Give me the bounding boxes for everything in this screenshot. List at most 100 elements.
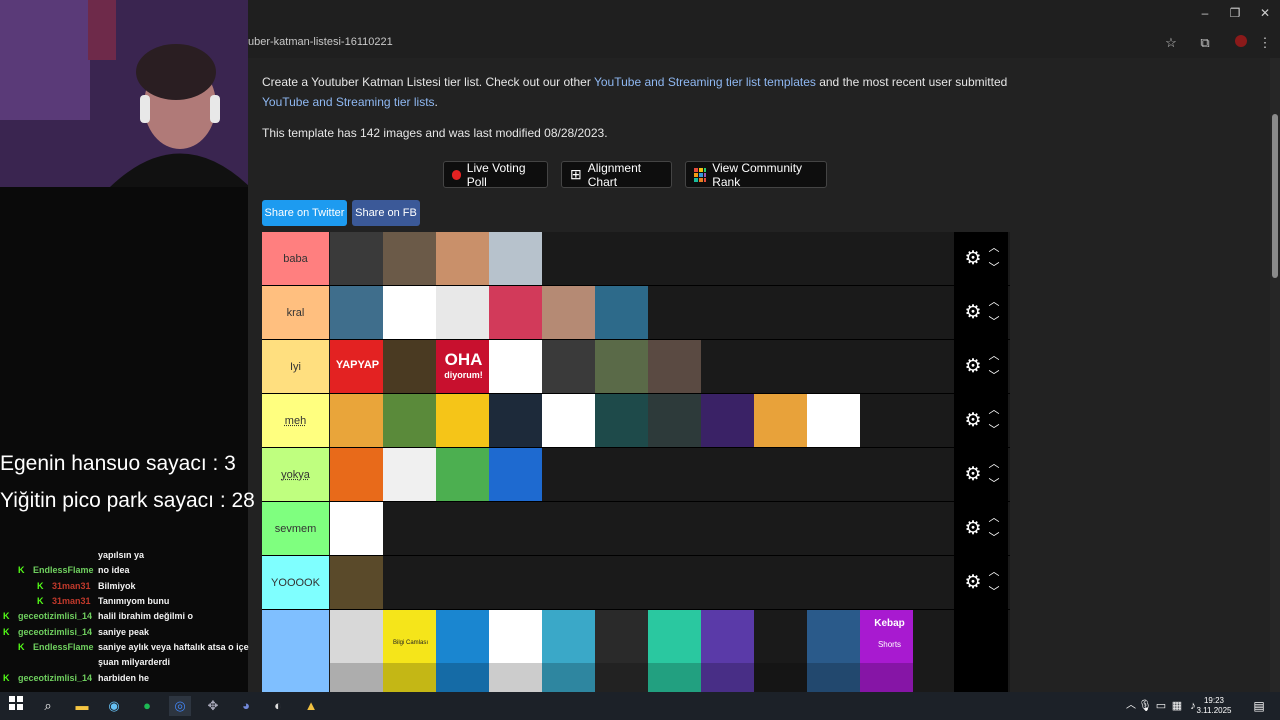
- app-icon[interactable]: ✥: [202, 696, 224, 716]
- close-button[interactable]: ✕: [1250, 4, 1280, 22]
- tier-item-image[interactable]: [701, 394, 754, 447]
- tier-item-image[interactable]: [648, 663, 701, 692]
- tier-item-image[interactable]: [542, 340, 595, 393]
- tier-item-image[interactable]: [489, 232, 542, 285]
- file-explorer-icon[interactable]: ▬: [71, 696, 93, 716]
- share-twitter-button[interactable]: Share on Twitter: [262, 200, 347, 226]
- tier-item-image[interactable]: [489, 286, 542, 339]
- notification-icon[interactable]: ▤: [1248, 696, 1270, 716]
- tier-item-image[interactable]: [595, 340, 648, 393]
- chevron-down-icon[interactable]: ﹀: [987, 478, 1001, 490]
- tier-label[interactable]: kral: [262, 286, 329, 339]
- tier-item-image[interactable]: [489, 610, 542, 663]
- app-icon-2[interactable]: ▲: [300, 696, 322, 716]
- tier-item-image[interactable]: [436, 286, 489, 339]
- gear-icon[interactable]: ⚙: [962, 410, 984, 432]
- tier-item-image[interactable]: [383, 394, 436, 447]
- tier-item-image[interactable]: [383, 610, 436, 663]
- tier-label[interactable]: sevmem: [262, 502, 329, 555]
- chevron-up-icon[interactable]: ︿: [987, 458, 1001, 470]
- scrollbar-thumb[interactable]: [1272, 114, 1278, 278]
- restore-button[interactable]: ❐: [1220, 4, 1250, 22]
- tier-item-image[interactable]: [489, 663, 542, 692]
- tier-label[interactable]: meh: [262, 394, 329, 447]
- bookmark-star-icon[interactable]: ☆: [1162, 34, 1180, 52]
- tier-item-image[interactable]: [595, 286, 648, 339]
- discord-icon[interactable]: ◕: [235, 696, 257, 716]
- tier-item-image[interactable]: [754, 663, 807, 692]
- tier-label[interactable]: [262, 610, 329, 692]
- tier-item-image[interactable]: [595, 610, 648, 663]
- tier-item-image[interactable]: [330, 286, 383, 339]
- tier-item-image[interactable]: [383, 232, 436, 285]
- page-scrollbar[interactable]: [1270, 58, 1280, 692]
- chevron-up-icon[interactable]: ︿: [987, 512, 1001, 524]
- tier-item-image[interactable]: [542, 663, 595, 692]
- tier-item-image[interactable]: [648, 394, 701, 447]
- tier-item-image[interactable]: [701, 610, 754, 663]
- tier-item-image[interactable]: [489, 340, 542, 393]
- tier-item-image[interactable]: [330, 448, 383, 501]
- extensions-icon[interactable]: ⧉: [1196, 34, 1214, 52]
- gear-icon[interactable]: ⚙: [962, 302, 984, 324]
- minimize-button[interactable]: –: [1190, 4, 1220, 22]
- browser-menu-icon[interactable]: ⋮: [1256, 34, 1274, 52]
- tier-label[interactable]: YOOOOK: [262, 556, 329, 609]
- tier-item-image[interactable]: [436, 663, 489, 692]
- tier-item-image[interactable]: [489, 448, 542, 501]
- chevron-down-icon[interactable]: ﹀: [987, 532, 1001, 544]
- tier-label[interactable]: Iyi: [262, 340, 329, 393]
- profile-icon[interactable]: [1232, 34, 1250, 52]
- tier-item-image[interactable]: [436, 394, 489, 447]
- tier-label[interactable]: yokya: [262, 448, 329, 501]
- search-icon[interactable]: ⌕: [37, 696, 59, 716]
- tier-item-image[interactable]: [330, 232, 383, 285]
- gear-icon[interactable]: ⚙: [962, 356, 984, 378]
- templates-link[interactable]: YouTube and Streaming tier list template…: [594, 75, 816, 89]
- chrome-icon[interactable]: ◎: [169, 696, 191, 716]
- obs-icon[interactable]: ◐: [267, 696, 289, 716]
- live-voting-poll-button[interactable]: Live Voting Poll: [443, 161, 548, 189]
- tier-item-image[interactable]: [330, 502, 383, 555]
- tier-item-image[interactable]: [436, 232, 489, 285]
- tier-item-image[interactable]: [595, 663, 648, 692]
- tier-item-image[interactable]: [330, 663, 383, 692]
- tier-item-image[interactable]: [383, 340, 436, 393]
- tier-item-image[interactable]: [542, 610, 595, 663]
- gear-icon[interactable]: ⚙: [962, 464, 984, 486]
- chevron-up-icon[interactable]: ︿: [987, 350, 1001, 362]
- gear-icon[interactable]: ⚙: [962, 518, 984, 540]
- chevron-down-icon[interactable]: ﹀: [987, 316, 1001, 328]
- chevron-down-icon[interactable]: ﹀: [987, 262, 1001, 274]
- chevron-up-icon[interactable]: ︿: [987, 404, 1001, 416]
- address-bar[interactable]: uber-katman-listesi-16110221 ☆ ⧉ ⋮: [248, 28, 1280, 58]
- user-lists-link[interactable]: YouTube and Streaming tier lists: [262, 95, 435, 109]
- windows-start-icon[interactable]: [5, 696, 27, 716]
- chevron-down-icon[interactable]: ﹀: [987, 424, 1001, 436]
- tier-item-image[interactable]: [436, 610, 489, 663]
- chevron-down-icon[interactable]: ﹀: [987, 586, 1001, 598]
- chevron-up-icon[interactable]: ︿: [987, 296, 1001, 308]
- tier-label[interactable]: baba: [262, 232, 329, 285]
- tier-item-image[interactable]: [330, 556, 383, 609]
- tier-item-image[interactable]: [860, 663, 913, 692]
- tier-item-image[interactable]: [489, 394, 542, 447]
- tier-item-image[interactable]: [648, 340, 701, 393]
- tier-item-image[interactable]: [648, 610, 701, 663]
- tier-item-image[interactable]: [330, 610, 383, 663]
- tier-item-image[interactable]: [542, 394, 595, 447]
- tier-item-image[interactable]: [330, 394, 383, 447]
- tier-item-image[interactable]: [436, 448, 489, 501]
- tier-item-image[interactable]: [542, 286, 595, 339]
- tier-item-image[interactable]: [754, 394, 807, 447]
- spotify-icon[interactable]: ●: [136, 696, 158, 716]
- chevron-up-icon[interactable]: ︿: [987, 242, 1001, 254]
- alignment-chart-button[interactable]: ⊞ Alignment Chart: [561, 161, 672, 189]
- chevron-up-icon[interactable]: ︿: [987, 566, 1001, 578]
- gear-icon[interactable]: ⚙: [962, 248, 984, 270]
- view-community-rank-button[interactable]: View Community Rank: [685, 161, 827, 189]
- tier-item-image[interactable]: [807, 394, 860, 447]
- url-text[interactable]: uber-katman-listesi-16110221: [248, 36, 393, 48]
- tier-item-image[interactable]: [807, 610, 860, 663]
- tier-item-image[interactable]: [754, 610, 807, 663]
